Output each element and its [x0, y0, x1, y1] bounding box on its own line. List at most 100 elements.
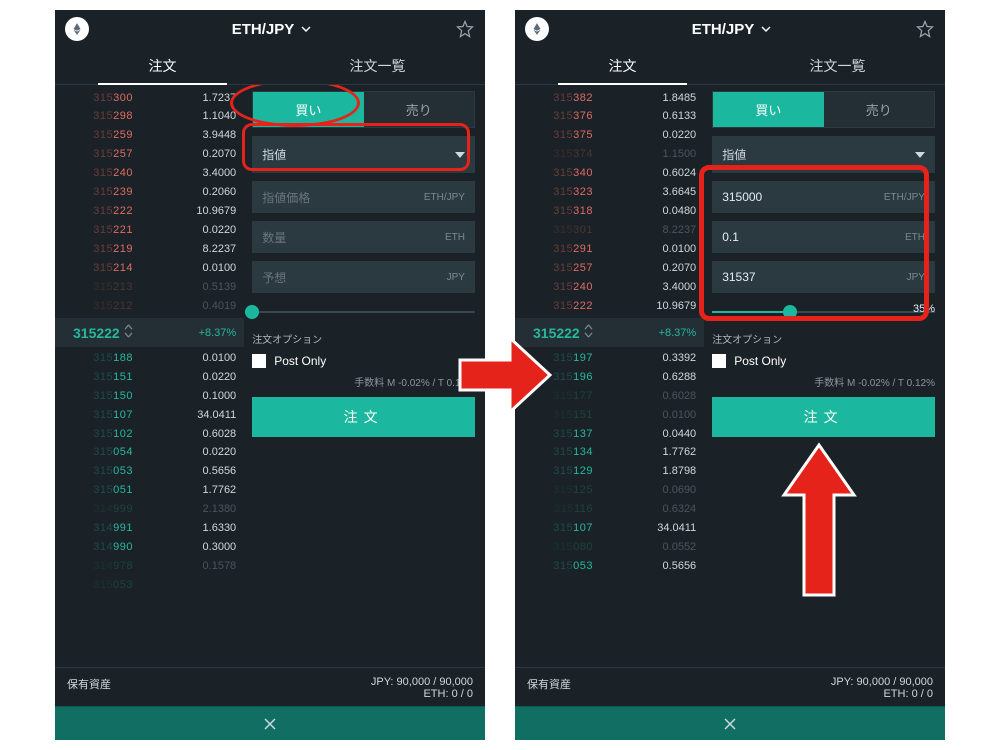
topbar: ETH/JPY	[515, 10, 945, 48]
price-input[interactable]: 指値価格 ETH/JPY	[252, 181, 475, 213]
amount-slider[interactable]: 35%	[712, 301, 935, 323]
price-value: 315000	[722, 190, 762, 204]
orderbook-row[interactable]: 3151250.0690	[515, 482, 704, 501]
orderbook-row[interactable]: 3150540.0220	[55, 444, 244, 463]
orderbook-row[interactable]: 3153741.1500	[515, 146, 704, 165]
tab-orderlist[interactable]: 注文一覧	[730, 48, 945, 85]
slider-track	[252, 311, 475, 313]
orderbook-row[interactable]: 3153760.6133	[515, 108, 704, 127]
post-only-checkbox[interactable]: Post Only	[712, 354, 935, 368]
orderbook-row[interactable]: 3152570.2070	[55, 146, 244, 165]
orderbook-row[interactable]: 3151510.0220	[55, 368, 244, 387]
chevron-down-icon	[760, 23, 772, 35]
orderbook-row[interactable]: 3153233.6645	[515, 184, 704, 203]
balance-footer: 保有資産 JPY: 90,000 / 90,000 ETH: 0 / 0	[515, 667, 945, 706]
submit-order-button[interactable]: 注文	[712, 397, 935, 437]
orderbook-row[interactable]: 3153018.2237	[515, 222, 704, 241]
orderbook-row[interactable]: 3152210.0220	[55, 222, 244, 241]
orderbook-row[interactable]: 3153180.0480	[515, 203, 704, 222]
balance-jpy: JPY: 90,000 / 90,000	[371, 676, 473, 688]
orderbook-row[interactable]: 3152130.5139	[55, 278, 244, 297]
pair-label: ETH/JPY	[232, 21, 295, 38]
orderbook-row[interactable]: 3151370.0440	[515, 425, 704, 444]
qty-unit: ETH	[445, 232, 465, 243]
orderbook-row[interactable]: 3152140.0100	[55, 259, 244, 278]
tab-order[interactable]: 注文	[515, 48, 730, 85]
est-placeholder: 予想	[262, 269, 286, 286]
balance-jpy: JPY: 90,000 / 90,000	[831, 676, 933, 688]
mid-price-row[interactable]: 315222+8.37%	[515, 318, 704, 347]
topbar: ETH/JPY	[55, 10, 485, 48]
orderbook-row[interactable]: 3152403.4000	[515, 278, 704, 297]
favorite-icon[interactable]	[455, 19, 475, 39]
quantity-input[interactable]: 0.1 ETH	[712, 221, 935, 253]
orderbook-row[interactable]: 3150530.5656	[55, 463, 244, 482]
buy-tab[interactable]: 買い	[253, 92, 363, 127]
orderbook-row[interactable]: 3151880.0100	[55, 349, 244, 368]
estimate-input[interactable]: 予想 JPY	[252, 261, 475, 293]
orderbook-row[interactable]: 3152403.4000	[55, 165, 244, 184]
phone-screen-before: ETH/JPY 注文 注文一覧 3153001.72373152981.1040…	[55, 10, 485, 740]
orderbook-row[interactable]: 31522210.9679	[515, 297, 704, 316]
orderbook-row[interactable]: 3152120.4019	[55, 297, 244, 316]
orderbook-row[interactable]: 3150530.5656	[515, 558, 704, 577]
post-only-checkbox[interactable]: Post Only	[252, 354, 475, 368]
orderbook-row[interactable]: 3151500.1000	[55, 387, 244, 406]
orderbook-row[interactable]: 3153001.7237	[55, 89, 244, 108]
order-type-label: 指値	[722, 146, 746, 163]
tab-orderlist[interactable]: 注文一覧	[270, 48, 485, 85]
pair-selector[interactable]: ETH/JPY	[692, 21, 773, 38]
slider-thumb[interactable]	[245, 305, 259, 319]
close-icon	[262, 716, 278, 732]
orderbook: 3153821.84853153760.61333153750.02203153…	[515, 85, 704, 667]
orderbook-row[interactable]: 3152570.2070	[515, 259, 704, 278]
order-type-dropdown[interactable]: 指値	[712, 136, 935, 173]
balance-footer: 保有資産 JPY: 90,000 / 90,000 ETH: 0 / 0	[55, 667, 485, 706]
orderbook-row[interactable]: 3151341.7762	[515, 444, 704, 463]
mid-price-row[interactable]: 315222+8.37%	[55, 318, 244, 347]
slider-thumb[interactable]	[783, 305, 797, 319]
tab-order[interactable]: 注文	[55, 48, 270, 85]
orderbook-row[interactable]: 31510734.0411	[515, 520, 704, 539]
eth-icon	[525, 17, 549, 41]
orderbook-row[interactable]: 3150800.0552	[515, 539, 704, 558]
orderbook-row[interactable]: 3151960.6288	[515, 368, 704, 387]
close-button[interactable]	[55, 706, 485, 740]
orderbook-row[interactable]: 315053	[55, 577, 244, 596]
orderbook-row[interactable]: 3151020.6028	[55, 425, 244, 444]
orderbook-row[interactable]: 3153750.0220	[515, 127, 704, 146]
orderbook-row[interactable]: 3152198.2237	[55, 241, 244, 260]
buy-tab[interactable]: 買い	[713, 92, 823, 127]
orderbook-row[interactable]: 3152910.0100	[515, 241, 704, 260]
orderbook-row[interactable]: 3151510.0100	[515, 406, 704, 425]
orderbook-row[interactable]: 3150511.7762	[55, 482, 244, 501]
submit-order-button[interactable]: 注文	[252, 397, 475, 437]
orderbook-row[interactable]: 31510734.0411	[55, 406, 244, 425]
favorite-icon[interactable]	[915, 19, 935, 39]
orderbook-row[interactable]: 3151291.8798	[515, 463, 704, 482]
orderbook-row[interactable]: 3152593.9448	[55, 127, 244, 146]
sell-tab[interactable]: 売り	[364, 92, 474, 127]
orderbook-row[interactable]: 3149900.3000	[55, 539, 244, 558]
price-input[interactable]: 315000 ETH/JPY	[712, 181, 935, 213]
close-button[interactable]	[515, 706, 945, 740]
orderbook-row[interactable]: 3151770.6028	[515, 387, 704, 406]
orderbook-row[interactable]: 3153400.6024	[515, 165, 704, 184]
order-type-dropdown[interactable]: 指値	[252, 136, 475, 173]
orderbook-row[interactable]: 3152981.1040	[55, 108, 244, 127]
estimate-input[interactable]: 31537 JPY	[712, 261, 935, 293]
pair-selector[interactable]: ETH/JPY	[232, 21, 313, 38]
amount-slider[interactable]	[252, 301, 475, 323]
orderbook-row[interactable]: 3151160.6324	[515, 501, 704, 520]
order-type-label: 指値	[262, 146, 286, 163]
sell-tab[interactable]: 売り	[824, 92, 934, 127]
orderbook-row[interactable]: 3151970.3392	[515, 349, 704, 368]
orderbook-row[interactable]: 3149911.6330	[55, 520, 244, 539]
orderbook-row[interactable]: 3153821.8485	[515, 89, 704, 108]
quantity-input[interactable]: 数量 ETH	[252, 221, 475, 253]
orderbook-row[interactable]: 3149780.1578	[55, 558, 244, 577]
orderbook-row[interactable]: 3152390.2060	[55, 184, 244, 203]
orderbook-row[interactable]: 31522210.9679	[55, 203, 244, 222]
orderbook-row[interactable]: 3149992.1380	[55, 501, 244, 520]
mid-price: 315222	[533, 325, 580, 341]
